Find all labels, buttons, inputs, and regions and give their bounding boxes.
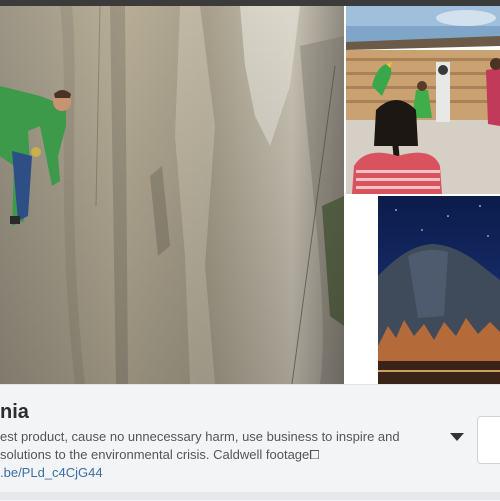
photo-climber[interactable] [0,6,344,384]
description-line-2: solutions to the environmental crisis. C… [0,447,320,462]
action-button[interactable] [477,416,500,464]
profile-info-panel: nia est product, cause no unnecessary ha… [0,384,500,501]
profile-name: nia [0,401,29,423]
photo-children-parrot[interactable] [346,6,500,194]
climber-photo-image [0,6,344,384]
description-link[interactable]: .be/PLd_c4CjG44 [0,465,103,480]
photo-el-capitan-night[interactable] [378,196,500,384]
description-line-1: est product, cause no unnecessary harm, … [0,429,400,444]
profile-description: est product, cause no unnecessary harm, … [0,428,400,482]
children-photo-image [346,6,500,194]
photo-gap [346,196,376,384]
bottom-strip [0,492,500,500]
chevron-down-icon[interactable] [450,433,464,441]
night-photo-image [378,196,500,384]
